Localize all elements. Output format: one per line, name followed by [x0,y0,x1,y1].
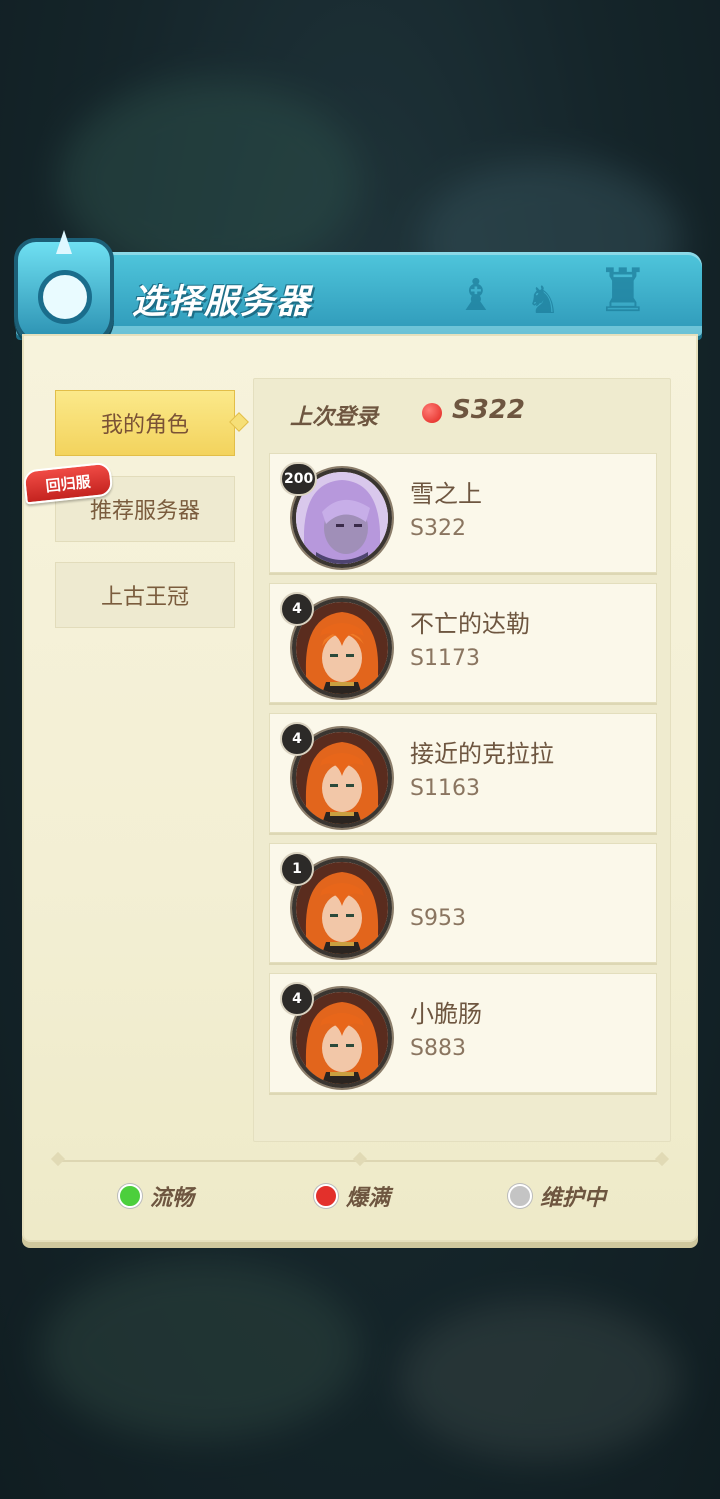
divider-ornament [50,1151,66,1167]
character-server: S1163 [410,776,480,801]
character-card[interactable]: 1 S953 [269,843,657,963]
character-name: 雪之上 [410,480,482,508]
tab-label: 我的角色 [100,413,189,438]
server-select-panel: 我的角色 推荐服务器 上古王冠 上次登录 S322 200 雪之上 S322 4… [22,334,698,1242]
status-dot-gray [508,1184,532,1208]
level-badge: 4 [280,982,314,1016]
active-tab-pointer [229,412,249,432]
legend-smooth: 流畅 [118,1180,194,1212]
character-name: 接近的克拉拉 [410,740,554,768]
status-dot-red [314,1184,338,1208]
character-name: 不亡的达勒 [410,610,530,638]
dialog-emblem-icon [14,230,114,346]
legend-full: 爆满 [314,1180,390,1212]
emblem-spike [56,230,72,254]
character-card[interactable]: 200 雪之上 S322 [269,453,657,573]
wizard-silhouette-icon: ♝ [456,270,496,321]
level-badge: 1 [280,852,314,886]
level-badge: 4 [280,722,314,756]
legend-label: 维护中 [540,1186,607,1211]
level-badge: 4 [280,592,314,626]
server-status-dot [422,403,442,423]
tab-label: 推荐服务器 [89,499,200,524]
emblem-core [38,270,92,324]
status-dot-green [118,1184,142,1208]
dialog-header: 选择服务器 ♝ ♞ ♜ [16,252,702,336]
character-server: S883 [410,1036,466,1061]
character-card[interactable]: 4 接近的克拉拉 S1163 [269,713,657,833]
legend-maintenance: 维护中 [508,1180,606,1212]
character-server: S953 [410,906,466,931]
character-card[interactable]: 4 不亡的达勒 S1173 [269,583,657,703]
divider-ornament [352,1151,368,1167]
last-login-label: 上次登录 [290,405,379,430]
last-login-server[interactable]: S322 [452,395,525,425]
character-list-area: 上次登录 S322 200 雪之上 S322 4 不亡的达勒 S1173 4 接… [253,378,671,1142]
tab-label: 上古王冠 [100,585,189,610]
tab-ancient-crown[interactable]: 上古王冠 [55,562,235,628]
character-card[interactable]: 4 小脆肠 S883 [269,973,657,1093]
divider-ornament [654,1151,670,1167]
level-badge: 200 [280,462,318,496]
character-name: 小脆肠 [410,1000,482,1028]
character-server: S322 [410,516,466,541]
dialog-title: 选择服务器 [132,282,312,322]
character-server: S1173 [410,646,480,671]
legend-label: 爆满 [346,1186,391,1211]
creature-silhouette-icon: ♞ [526,278,561,322]
legend-label: 流畅 [150,1186,195,1211]
tab-my-characters[interactable]: 我的角色 [55,390,249,456]
knight-silhouette-icon: ♜ [596,256,650,326]
